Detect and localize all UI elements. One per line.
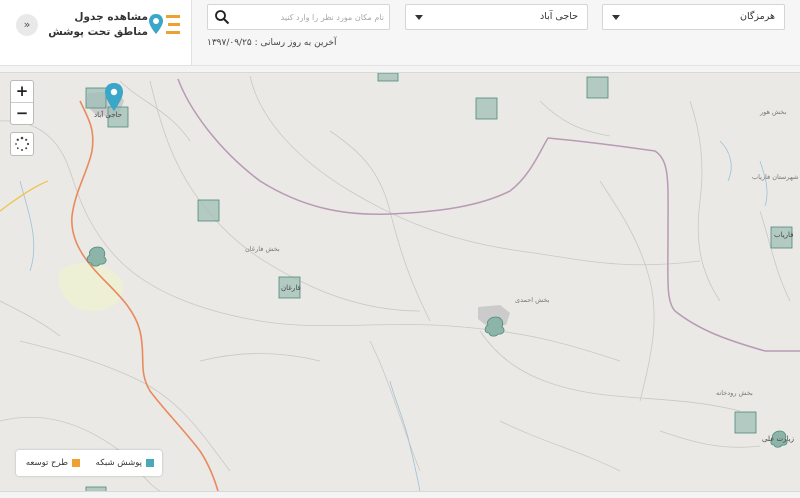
top-bar: » مشاهده جدول مناطق تحت پوشش حاجی آباد ه…: [0, 0, 800, 66]
zoom-out-button[interactable]: −: [11, 103, 33, 124]
coverage-square[interactable]: [197, 199, 220, 222]
panel-title-line1: مشاهده جدول: [74, 11, 148, 23]
map-legend: پوشش شبکه طرح توسعه: [16, 450, 162, 476]
place-search-input[interactable]: [236, 8, 384, 26]
locate-button[interactable]: [10, 132, 34, 156]
coverage-blob[interactable]: [86, 246, 107, 267]
panel-title[interactable]: مشاهده جدول مناطق تحت پوشش: [48, 10, 148, 40]
coverage-table-panel: » مشاهده جدول مناطق تحت پوشش: [0, 0, 192, 65]
map-label-fariyab: فاریاب: [774, 231, 794, 239]
locate-spinner-icon: [15, 136, 30, 151]
map-label-bakhsh-farghan: بخش فارغان: [245, 245, 280, 253]
streams: [19, 140, 768, 491]
panel-title-line2: مناطق تحت پوشش: [48, 26, 148, 38]
zoom-in-button[interactable]: +: [11, 81, 33, 102]
map-canvas[interactable]: [0, 73, 800, 491]
map-label-farghan: فارغان: [281, 284, 301, 292]
zoom-control: + −: [10, 80, 34, 125]
city-select[interactable]: حاجی آباد: [405, 4, 588, 30]
legend-label-network: پوشش شبکه: [95, 458, 142, 468]
coverage-blobs: [86, 246, 788, 448]
legend-swatch-development: [72, 458, 80, 467]
map-label-haji-abad: حاجی آباد: [94, 111, 122, 119]
map-label-shahrestan-fariyab: شهرستان فاریاب: [752, 173, 799, 181]
place-search-box: [207, 4, 390, 30]
province-select-value: هرمزگان: [740, 11, 775, 22]
coverage-square[interactable]: [475, 97, 498, 120]
city-select-value: حاجی آباد: [540, 11, 578, 22]
legend-item-network: پوشش شبکه: [96, 458, 154, 468]
chevron-down-icon: [415, 15, 423, 20]
double-chevron-down-icon[interactable]: »: [16, 14, 38, 36]
coverage-square[interactable]: [85, 87, 107, 109]
legend-item-development: طرح توسعه: [26, 458, 80, 468]
coverage-square[interactable]: [734, 411, 757, 434]
map-label-bakhsh-ahmadi: بخش احمدی: [515, 296, 550, 304]
coverage-square[interactable]: [377, 73, 399, 82]
province-select[interactable]: هرمزگان: [602, 4, 785, 30]
legend-swatch-network: [146, 458, 154, 467]
map-label-zirat-ali: زیارت علی: [762, 435, 794, 443]
coverage-map[interactable]: حاجی آباد بخش فارغان فارغان بخش احمدی بخ…: [0, 72, 800, 492]
terrain-patch: [58, 262, 124, 312]
coverage-square[interactable]: [586, 76, 609, 99]
search-icon[interactable]: [214, 9, 230, 25]
last-update-text: آخرین به روز رسانی : ۱۳۹۷/۰۹/۲۵: [207, 38, 337, 48]
chevron-down-icon: [612, 15, 620, 20]
coverage-square[interactable]: [85, 486, 107, 491]
map-label-bakhsh-roudkhaneh: بخش رودخانه: [716, 389, 753, 397]
legend-label-development: طرح توسعه: [25, 458, 68, 468]
map-label-bakhsh-hoor: بخش هور: [760, 108, 787, 116]
map-pin-list-icon: [149, 14, 180, 34]
coverage-squares: [85, 73, 793, 491]
